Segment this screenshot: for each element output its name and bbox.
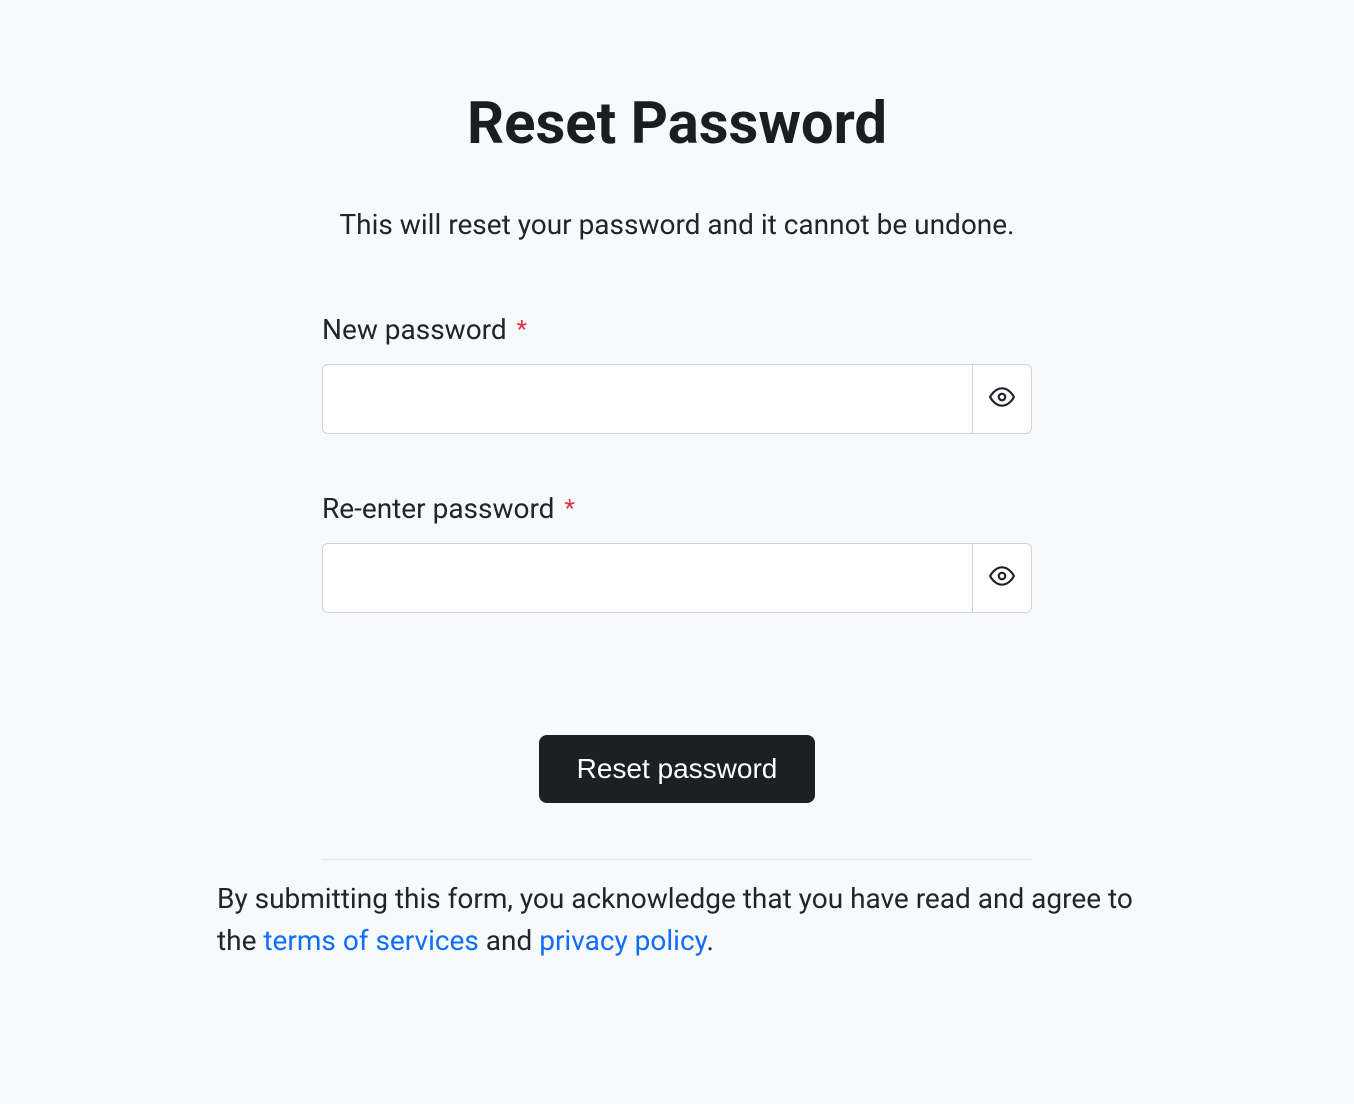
reset-password-button[interactable]: Reset password — [539, 735, 816, 803]
page-subtitle: This will reset your password and it can… — [217, 208, 1137, 241]
footer-suffix: . — [706, 924, 713, 957]
new-password-label: New password * — [322, 324, 527, 343]
privacy-policy-link[interactable]: privacy policy — [539, 924, 706, 957]
reenter-password-group: Re-enter password * — [322, 492, 1032, 613]
new-password-input[interactable] — [322, 364, 972, 434]
reset-password-page: Reset Password This will reset your pass… — [197, 0, 1157, 1002]
toggle-reenter-password-visibility-button[interactable] — [972, 543, 1032, 613]
new-password-input-row — [322, 364, 1032, 434]
eye-icon — [989, 384, 1015, 413]
new-password-label-text: New password — [322, 313, 507, 346]
divider — [322, 859, 1032, 860]
required-asterisk: * — [517, 315, 527, 343]
submit-wrapper: Reset password — [322, 671, 1032, 803]
footer-middle: and — [479, 924, 539, 957]
reenter-password-label-text: Re-enter password — [322, 492, 554, 525]
footer-acknowledgement: By submitting this form, you acknowledge… — [217, 878, 1137, 962]
eye-icon — [989, 563, 1015, 592]
page-title: Reset Password — [217, 90, 1137, 160]
toggle-new-password-visibility-button[interactable] — [972, 364, 1032, 434]
new-password-group: New password * — [322, 313, 1032, 434]
reenter-password-input-row — [322, 543, 1032, 613]
terms-of-services-link[interactable]: terms of services — [263, 924, 478, 957]
reenter-password-input[interactable] — [322, 543, 972, 613]
required-asterisk: * — [564, 494, 574, 522]
reenter-password-label: Re-enter password * — [322, 503, 575, 522]
reset-password-form: New password * Re-enter password — [322, 313, 1032, 803]
